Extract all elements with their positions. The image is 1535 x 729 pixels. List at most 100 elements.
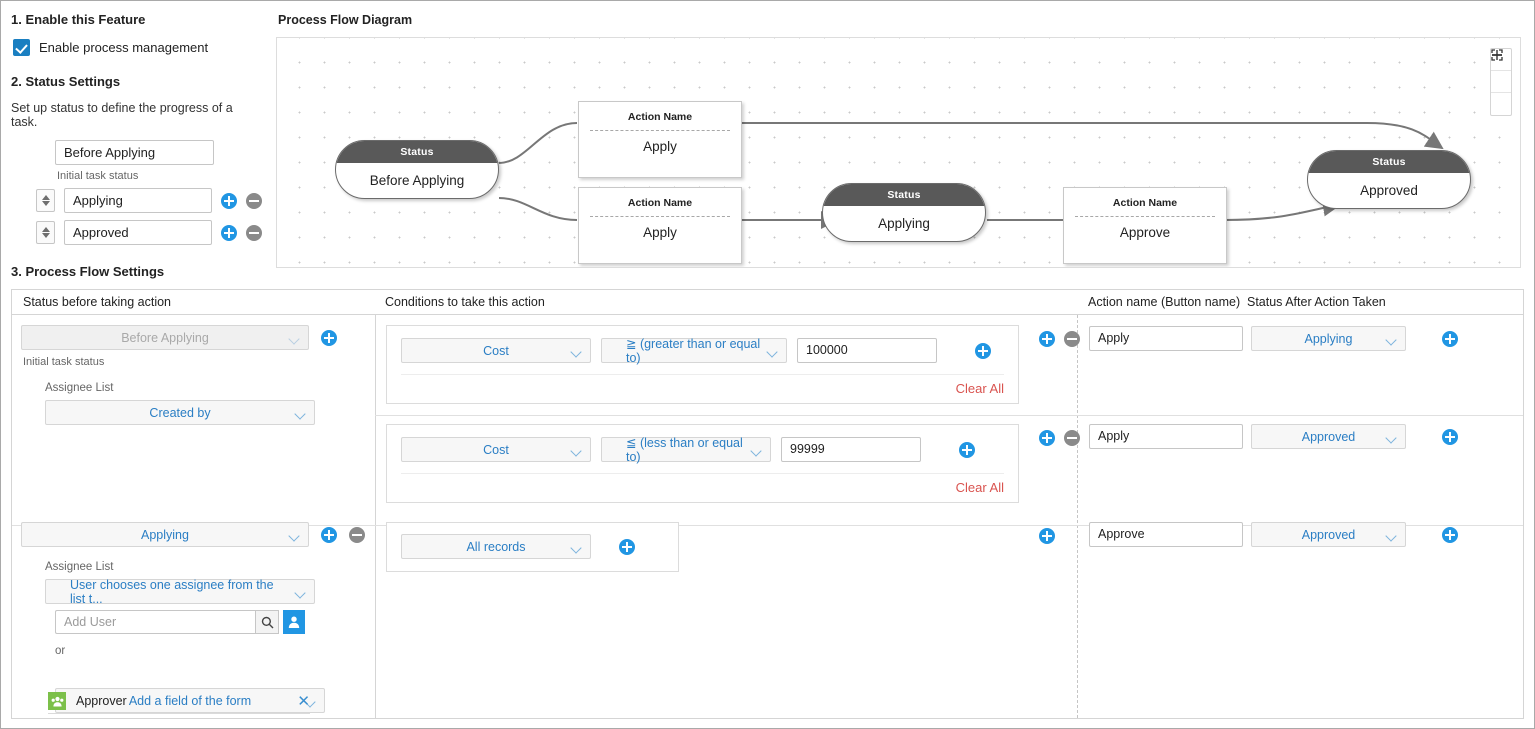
diagram-node-before-applying[interactable]: Status Before Applying <box>335 140 499 199</box>
status-after-value: Applying <box>1304 331 1353 346</box>
search-icon[interactable] <box>255 610 279 634</box>
add-user-input[interactable]: Add User <box>55 610 255 634</box>
section-1-title: 1. Enable this Feature <box>11 12 146 27</box>
diagram-canvas[interactable]: Status Before Applying Action Name Apply… <box>276 37 1521 268</box>
process-flow-diagram-panel: Process Flow Diagram Status Before Apply… <box>276 13 1521 268</box>
initial-status-hint: Initial task status <box>57 170 139 182</box>
diagram-node-action-apply-bottom[interactable]: Action Name Apply <box>578 187 742 264</box>
initial-status-input[interactable]: Before Applying <box>55 140 214 165</box>
node-header-label: Status <box>823 184 985 206</box>
status-after-select-row1[interactable]: Applying <box>1251 326 1406 351</box>
node-header-label: Action Name <box>1112 197 1178 209</box>
condition-box-row2: Cost ≦ (less than or equal to) 99999 Cle… <box>386 424 1019 503</box>
status-before-select-row1: Before Applying <box>21 325 309 350</box>
condition-value-input-row2[interactable]: 99999 <box>781 437 921 462</box>
chevron-down-icon <box>572 348 581 357</box>
add-condition-icon[interactable] <box>959 441 975 458</box>
chevron-down-icon <box>572 544 581 553</box>
status-input-applying[interactable]: Applying <box>64 188 212 213</box>
add-status-icon[interactable] <box>221 224 237 241</box>
add-row-icon[interactable] <box>321 526 337 543</box>
status-after-select-row3[interactable]: Approved <box>1251 522 1406 547</box>
status-row-applying: Applying <box>36 188 262 213</box>
node-header-label: Action Name <box>627 197 693 209</box>
chevron-down-icon <box>1387 434 1396 443</box>
condition-field-select-row1[interactable]: Cost <box>401 338 591 363</box>
node-header-label: Status <box>1308 151 1470 173</box>
assignee-select-row1[interactable]: Created by <box>45 400 315 425</box>
settings-panel: 1. Enable this Feature Enable process ma… <box>1 1 276 305</box>
chevron-down-icon <box>572 447 581 456</box>
add-action-icon[interactable] <box>1039 331 1055 347</box>
add-status-after-icon[interactable] <box>1442 428 1458 445</box>
add-status-icon[interactable] <box>221 192 237 209</box>
zoom-out-icon[interactable] <box>1491 54 1511 93</box>
add-action-icon[interactable] <box>1039 430 1055 446</box>
add-condition-icon[interactable] <box>619 538 635 555</box>
row2-add-remove-controls <box>1039 430 1080 446</box>
initial-task-status-hint: Initial task status <box>23 356 105 368</box>
status-row-approved: Approved <box>36 220 262 245</box>
section-2-subtitle: Set up status to define the progress of … <box>11 101 233 129</box>
action-name-input-row2[interactable]: Apply <box>1089 424 1243 449</box>
clear-all-link-row1[interactable]: Clear All <box>387 375 1018 396</box>
table-header-row: Status before taking action Conditions t… <box>12 290 1523 315</box>
assignee-list-label-row1: Assignee List <box>45 382 114 394</box>
enable-checkbox[interactable] <box>13 39 30 56</box>
chevron-down-icon <box>752 447 761 456</box>
condition-field-select-row3[interactable]: All records <box>401 534 591 559</box>
diagram-node-applying[interactable]: Status Applying <box>822 183 986 242</box>
condition-field-value: Cost <box>483 343 509 358</box>
add-row-icon[interactable] <box>321 329 337 346</box>
assignee-chip-approver: Approver ✕ <box>48 692 310 714</box>
node-body-label: Approved <box>1360 183 1418 198</box>
select-user-icon[interactable] <box>283 610 305 634</box>
section-3-title: 3. Process Flow Settings <box>11 264 165 279</box>
reorder-spinner-icon[interactable] <box>36 221 55 244</box>
status-input-approved[interactable]: Approved <box>64 220 212 245</box>
chevron-down-icon <box>1387 532 1396 541</box>
diagram-node-action-approve[interactable]: Action Name Approve <box>1063 187 1227 264</box>
enable-process-management-row[interactable]: Enable process management <box>13 39 262 56</box>
add-status-after-icon[interactable] <box>1442 330 1458 347</box>
reorder-spinner-icon[interactable] <box>36 189 55 212</box>
remove-action-icon[interactable] <box>1064 430 1080 446</box>
condition-field-value: All records <box>466 539 526 554</box>
chevron-down-icon <box>1387 336 1396 345</box>
diagram-node-approved[interactable]: Status Approved <box>1307 150 1471 209</box>
status-before-select-row3[interactable]: Applying <box>21 522 309 547</box>
close-icon[interactable]: ✕ <box>297 694 310 709</box>
status-before-value: Before Applying <box>121 330 209 345</box>
or-label: or <box>55 645 66 657</box>
chevron-down-icon <box>290 335 299 344</box>
remove-row-icon[interactable] <box>349 526 365 543</box>
add-status-after-icon[interactable] <box>1442 526 1458 543</box>
condition-field-value: Cost <box>483 442 509 457</box>
clear-all-link-row2[interactable]: Clear All <box>387 474 1018 495</box>
condition-operator-value: ≧ (greater than or equal to) <box>626 337 761 365</box>
assignee-select-row3[interactable]: User chooses one assignee from the list … <box>45 578 315 606</box>
condition-value-input-row1[interactable]: 100000 <box>797 338 937 363</box>
add-action-icon[interactable] <box>1039 528 1055 544</box>
remove-status-icon[interactable] <box>246 224 262 241</box>
fit-screen-icon[interactable] <box>1491 49 1511 115</box>
remove-status-icon[interactable] <box>246 192 262 209</box>
node-body-label: Before Applying <box>369 173 465 188</box>
diagram-zoom-controls <box>1490 48 1512 116</box>
action-name-input-row3[interactable]: Approve <box>1089 522 1243 547</box>
node-body-label: Apply <box>643 139 677 154</box>
section-2-title: 2. Status Settings <box>11 74 121 89</box>
status-after-select-row2[interactable]: Approved <box>1251 424 1406 449</box>
diagram-node-action-apply-top[interactable]: Action Name Apply <box>578 101 742 178</box>
chevron-down-icon <box>296 589 305 598</box>
condition-field-select-row2[interactable]: Cost <box>401 437 591 462</box>
condition-box-row3: All records <box>386 522 679 572</box>
table-row-2-action-cell: Apply Approved <box>1089 424 1458 449</box>
condition-operator-select-row2[interactable]: ≦ (less than or equal to) <box>601 436 771 464</box>
remove-action-icon[interactable] <box>1064 331 1080 347</box>
condition-operator-select-row1[interactable]: ≧ (greater than or equal to) <box>601 337 787 365</box>
node-body-label: Apply <box>643 225 677 240</box>
node-body-label: Applying <box>878 216 930 231</box>
add-condition-icon[interactable] <box>975 342 991 359</box>
action-name-input-row1[interactable]: Apply <box>1089 326 1243 351</box>
